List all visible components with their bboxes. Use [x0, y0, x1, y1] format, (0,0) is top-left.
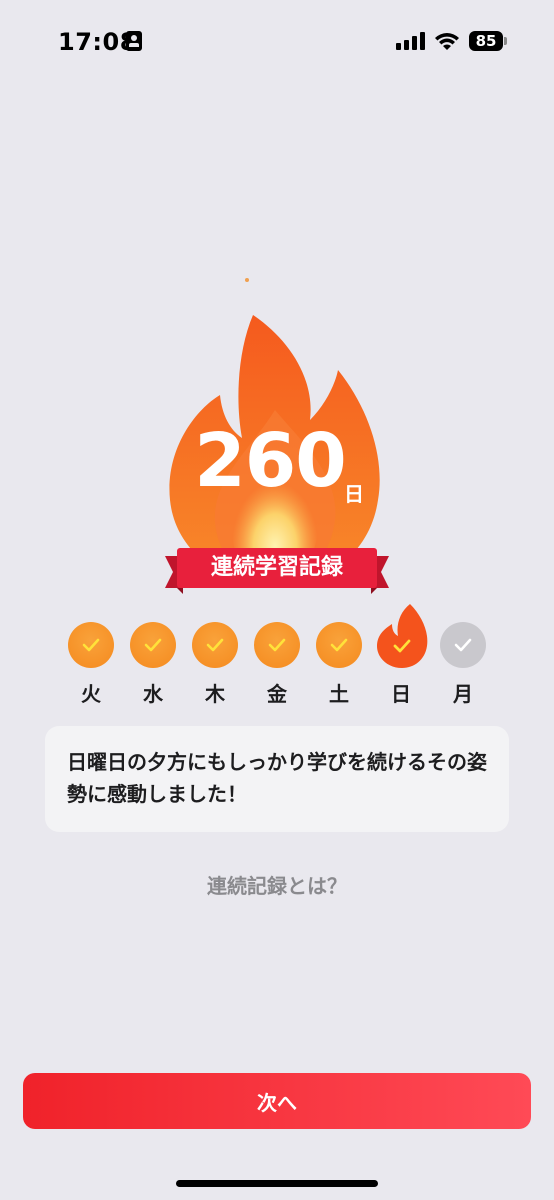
checkmark-icon	[144, 638, 162, 652]
day-label: 金	[267, 682, 287, 706]
ribbon-label: 連続学習記録	[210, 555, 343, 580]
day-label: 火	[81, 682, 101, 706]
streak-count: 260	[194, 418, 346, 504]
day-label: 土	[329, 682, 349, 706]
checkmark-icon	[206, 638, 224, 652]
checkmark-icon	[330, 638, 348, 652]
day-check-circle	[316, 622, 362, 668]
day-check-circle	[254, 622, 300, 668]
contact-card-icon	[126, 31, 142, 51]
day-label: 月	[453, 682, 473, 706]
next-button[interactable]: 次へ	[23, 1073, 531, 1129]
day-check-circle	[192, 622, 238, 668]
checkmark-icon	[454, 638, 472, 652]
cellular-signal-icon	[396, 32, 426, 50]
day-label: 日	[391, 682, 411, 706]
day-check-circle	[130, 622, 176, 668]
message-card: 日曜日の夕方にもしっかり学びを続けるその姿勢に感動しました！	[45, 726, 509, 832]
battery-cap	[504, 37, 507, 45]
battery-indicator: 85	[469, 31, 503, 51]
checkmark-icon	[268, 638, 286, 652]
message-text: 日曜日の夕方にもしっかり学びを続けるその姿勢に感動しました！	[67, 750, 487, 806]
streak-unit: 日	[344, 482, 364, 506]
day-label: 木	[205, 682, 225, 706]
home-indicator	[176, 1180, 378, 1187]
day-check-circle	[68, 622, 114, 668]
day-label: 水	[143, 682, 163, 706]
checkmark-icon	[82, 638, 100, 652]
today-flame-icon	[377, 604, 428, 668]
wifi-icon	[435, 33, 459, 50]
spark-particle	[245, 278, 249, 282]
day-check-circle	[440, 622, 486, 668]
about-streak-link[interactable]: 連続記録とは？	[0, 870, 554, 899]
status-bar: 17:08 85	[0, 0, 554, 84]
